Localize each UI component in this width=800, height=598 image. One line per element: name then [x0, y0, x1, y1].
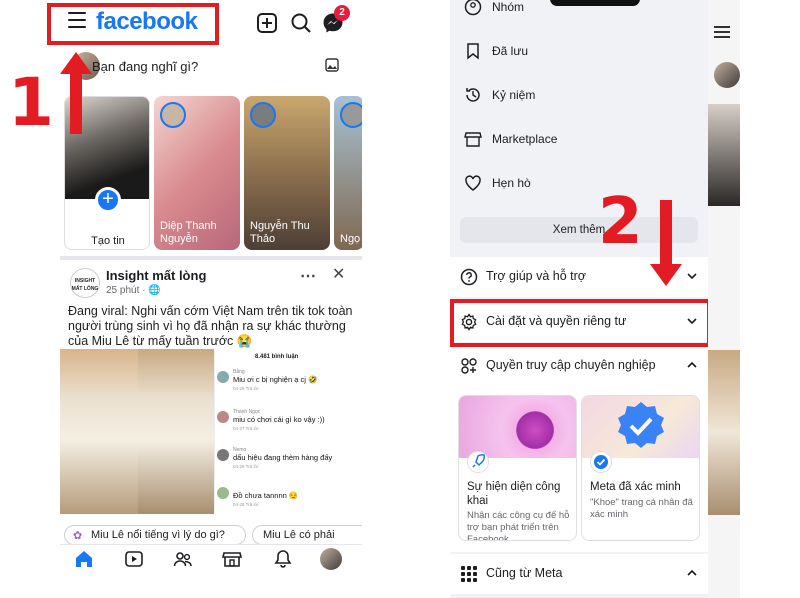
- dating-icon: [465, 175, 481, 191]
- also-from-meta-row[interactable]: Cũng từ Meta: [450, 554, 708, 594]
- divider: [60, 544, 362, 545]
- chip-label: Miu Lê có phải: [263, 529, 335, 541]
- chevron-down-icon: [687, 273, 697, 280]
- background-feed-strip: [714, 0, 800, 598]
- comment-text: Đồ chưa tannnn 😏: [233, 491, 299, 500]
- meta-verified-card[interactable]: Meta đã xác minh "Khoe" trang cá nhân đã…: [581, 395, 700, 541]
- post-author[interactable]: Insight mất lòng: [106, 268, 206, 283]
- marketplace-icon: [464, 132, 482, 147]
- background-feed-strip: [708, 0, 740, 598]
- comments-screenshot: 8.481 bình luận Bằng Miu ơi c bị nghiện ạ…: [214, 349, 358, 514]
- help-icon: [460, 268, 478, 286]
- dynamic-island: [550, 0, 640, 6]
- sparkle-icon: ✿: [73, 530, 83, 542]
- step-number: 2: [598, 185, 643, 259]
- card-image: [582, 396, 699, 458]
- story-label: Nguyễn Thu Thảo: [250, 220, 310, 245]
- divider: [60, 256, 362, 260]
- comment-text: dấu hiệu đang thèm hàng đấy: [233, 453, 333, 462]
- friends-icon[interactable]: [173, 549, 193, 569]
- avatar: [217, 487, 229, 499]
- post-photo[interactable]: [138, 349, 214, 514]
- story-label: Tạo tin: [91, 235, 125, 247]
- post-time: 25 phút ·: [106, 285, 149, 296]
- close-icon[interactable]: ✕: [332, 264, 345, 284]
- comment-meta: 04-26 Trả lời: [233, 502, 259, 507]
- apps-grid-icon: [461, 566, 477, 582]
- public-presence-card[interactable]: Sự hiện diện công khai Nhận các công cụ …: [458, 395, 577, 541]
- facebook-feed-screen: facebook 2 Bạn đang nghĩ gì? + Tạo tin D…: [0, 0, 362, 598]
- comment-text: miu có chơi cái gì ko vậy :)): [233, 415, 325, 424]
- bookmark-icon: [467, 43, 479, 60]
- card-image: [459, 396, 576, 458]
- story-card[interactable]: Ngọ: [334, 96, 362, 250]
- notification-badge: 2: [334, 5, 350, 21]
- avatar: [217, 411, 229, 423]
- add-icon: +: [95, 187, 121, 213]
- video-icon[interactable]: [124, 549, 144, 569]
- memories-icon: [466, 88, 480, 102]
- highlight-box: [47, 3, 219, 45]
- step-number: 1: [8, 64, 54, 141]
- row-label: Quyền truy cập chuyên nghiệp: [486, 358, 656, 372]
- menu-item-label: Đã lưu: [492, 44, 529, 58]
- card-title: Meta đã xác minh: [590, 481, 681, 493]
- marketplace-icon[interactable]: [222, 549, 242, 569]
- card-subtitle: Nhận các công cụ để hỗ trợ bạn phát triể…: [467, 510, 570, 541]
- photo-icon[interactable]: [325, 58, 339, 72]
- avatar: [160, 102, 186, 128]
- chip-label: Miu Lê nổi tiếng vì lý do gì?: [91, 529, 225, 541]
- avatar: [714, 62, 740, 88]
- composer-input[interactable]: Bạn đang nghĩ gì?: [92, 59, 198, 74]
- home-icon[interactable]: [74, 549, 94, 569]
- more-options-icon[interactable]: ⋯: [300, 266, 316, 286]
- post-text: Đang viral: Nghi vấn cớm Việt Nam trên t…: [68, 304, 353, 348]
- menu-item-label: Hẹn hò: [492, 176, 531, 190]
- story-card[interactable]: Diệp Thanh Nguyễn: [154, 96, 240, 250]
- avatar: [250, 102, 276, 128]
- chevron-up-icon: [687, 569, 697, 576]
- profile-avatar[interactable]: [320, 548, 342, 570]
- up-arrow-icon: [60, 52, 92, 134]
- comment-text: Miu ơi c bị nghiện ạ cj 🤣: [233, 375, 318, 384]
- professional-icon: [461, 358, 477, 374]
- avatar: [217, 449, 229, 461]
- down-arrow-icon: [650, 200, 682, 286]
- post-photo[interactable]: [60, 349, 138, 514]
- comment-meta: 04-26 Trả lời: [233, 464, 259, 469]
- group-icon: [464, 0, 482, 16]
- card-title: Sự hiện diện công khai: [467, 481, 561, 507]
- related-search-chip[interactable]: Miu Lê có phải: [252, 525, 362, 545]
- row-label: Cũng từ Meta: [486, 566, 563, 580]
- rocket-icon: [467, 451, 489, 473]
- hamburger-menu-icon: [714, 26, 730, 38]
- related-search-chip[interactable]: ✿ Miu Lê nổi tiếng vì lý do gì?: [64, 525, 246, 545]
- story-label: Diệp Thanh Nguyễn: [160, 220, 217, 245]
- create-post-icon[interactable]: [256, 12, 278, 34]
- chevron-up-icon: [687, 361, 697, 368]
- menu-item-label: Marketplace: [492, 132, 558, 146]
- card-subtitle: "Khoe" trang cá nhân đã xác minh: [590, 497, 693, 520]
- notifications-icon[interactable]: [273, 549, 293, 569]
- globe-icon: 🌐: [148, 285, 161, 296]
- comment-meta: 04-27 Trả lời: [233, 426, 259, 431]
- avatar: [340, 102, 362, 128]
- verified-icon: [590, 451, 612, 473]
- avatar: [217, 371, 229, 383]
- professional-access-row[interactable]: Quyền truy cập chuyên nghiệp: [450, 346, 708, 386]
- story-card[interactable]: Nguyễn Thu Thảo: [244, 96, 330, 250]
- page-avatar[interactable]: INSIGHT MẤT LÒNG: [70, 268, 100, 298]
- row-label: Trợ giúp và hỗ trợ: [486, 269, 586, 283]
- comments-title: 8.481 bình luận: [255, 354, 299, 360]
- menu-item-label: Nhóm: [492, 0, 525, 14]
- comment-meta: 04-25 Trả lời: [233, 386, 259, 391]
- story-label: Ngọ: [340, 233, 361, 245]
- search-icon[interactable]: [290, 12, 312, 34]
- highlight-box: [450, 299, 711, 347]
- menu-item-label: Kỷ niệm: [492, 88, 536, 102]
- post-timestamp: 25 phút · 🌐: [106, 285, 161, 296]
- verified-badge-icon: [618, 402, 664, 448]
